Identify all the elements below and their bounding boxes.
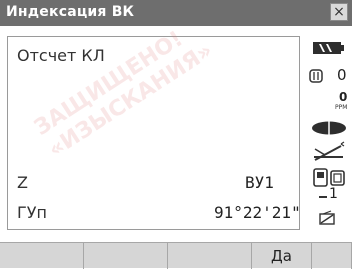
page-number: 1 (329, 186, 338, 202)
target-prism-icon (311, 120, 347, 139)
horizontal-angle-value: 91°22'21" (214, 203, 301, 222)
softkey-3[interactable] (168, 243, 252, 269)
softkey-yes[interactable]: Да (252, 243, 312, 269)
tilt-compensator-icon (313, 140, 349, 166)
reflector-count: 0 (337, 66, 347, 84)
softkey-bar: Да (0, 242, 352, 269)
app-window: Индексация ВК × Отсчет КЛ ЗАЩИЩЕНО! «ИЗЫ… (0, 0, 352, 269)
softkey-1[interactable] (0, 243, 84, 269)
horizontal-angle-label: ГУп (17, 203, 47, 222)
input-mode-icon (319, 210, 337, 230)
softkey-5[interactable] (312, 243, 352, 269)
ppm-label: PPM (335, 104, 348, 111)
z-value: ВУ1 (245, 173, 274, 192)
page-bar-icon (319, 196, 327, 198)
measurement-heading: Отсчет КЛ (17, 46, 105, 65)
ppm-value: 0 (339, 90, 348, 104)
battery-icon (313, 40, 345, 59)
z-label: Z (17, 173, 28, 192)
window-title: Индексация ВК (6, 4, 135, 20)
softkey-2[interactable] (84, 243, 168, 269)
close-button[interactable]: × (330, 3, 348, 21)
reflector-count-icon (309, 68, 323, 87)
status-sidebar: 0 0 PPM 1 (305, 36, 352, 230)
title-bar: Индексация ВК × (0, 0, 352, 26)
